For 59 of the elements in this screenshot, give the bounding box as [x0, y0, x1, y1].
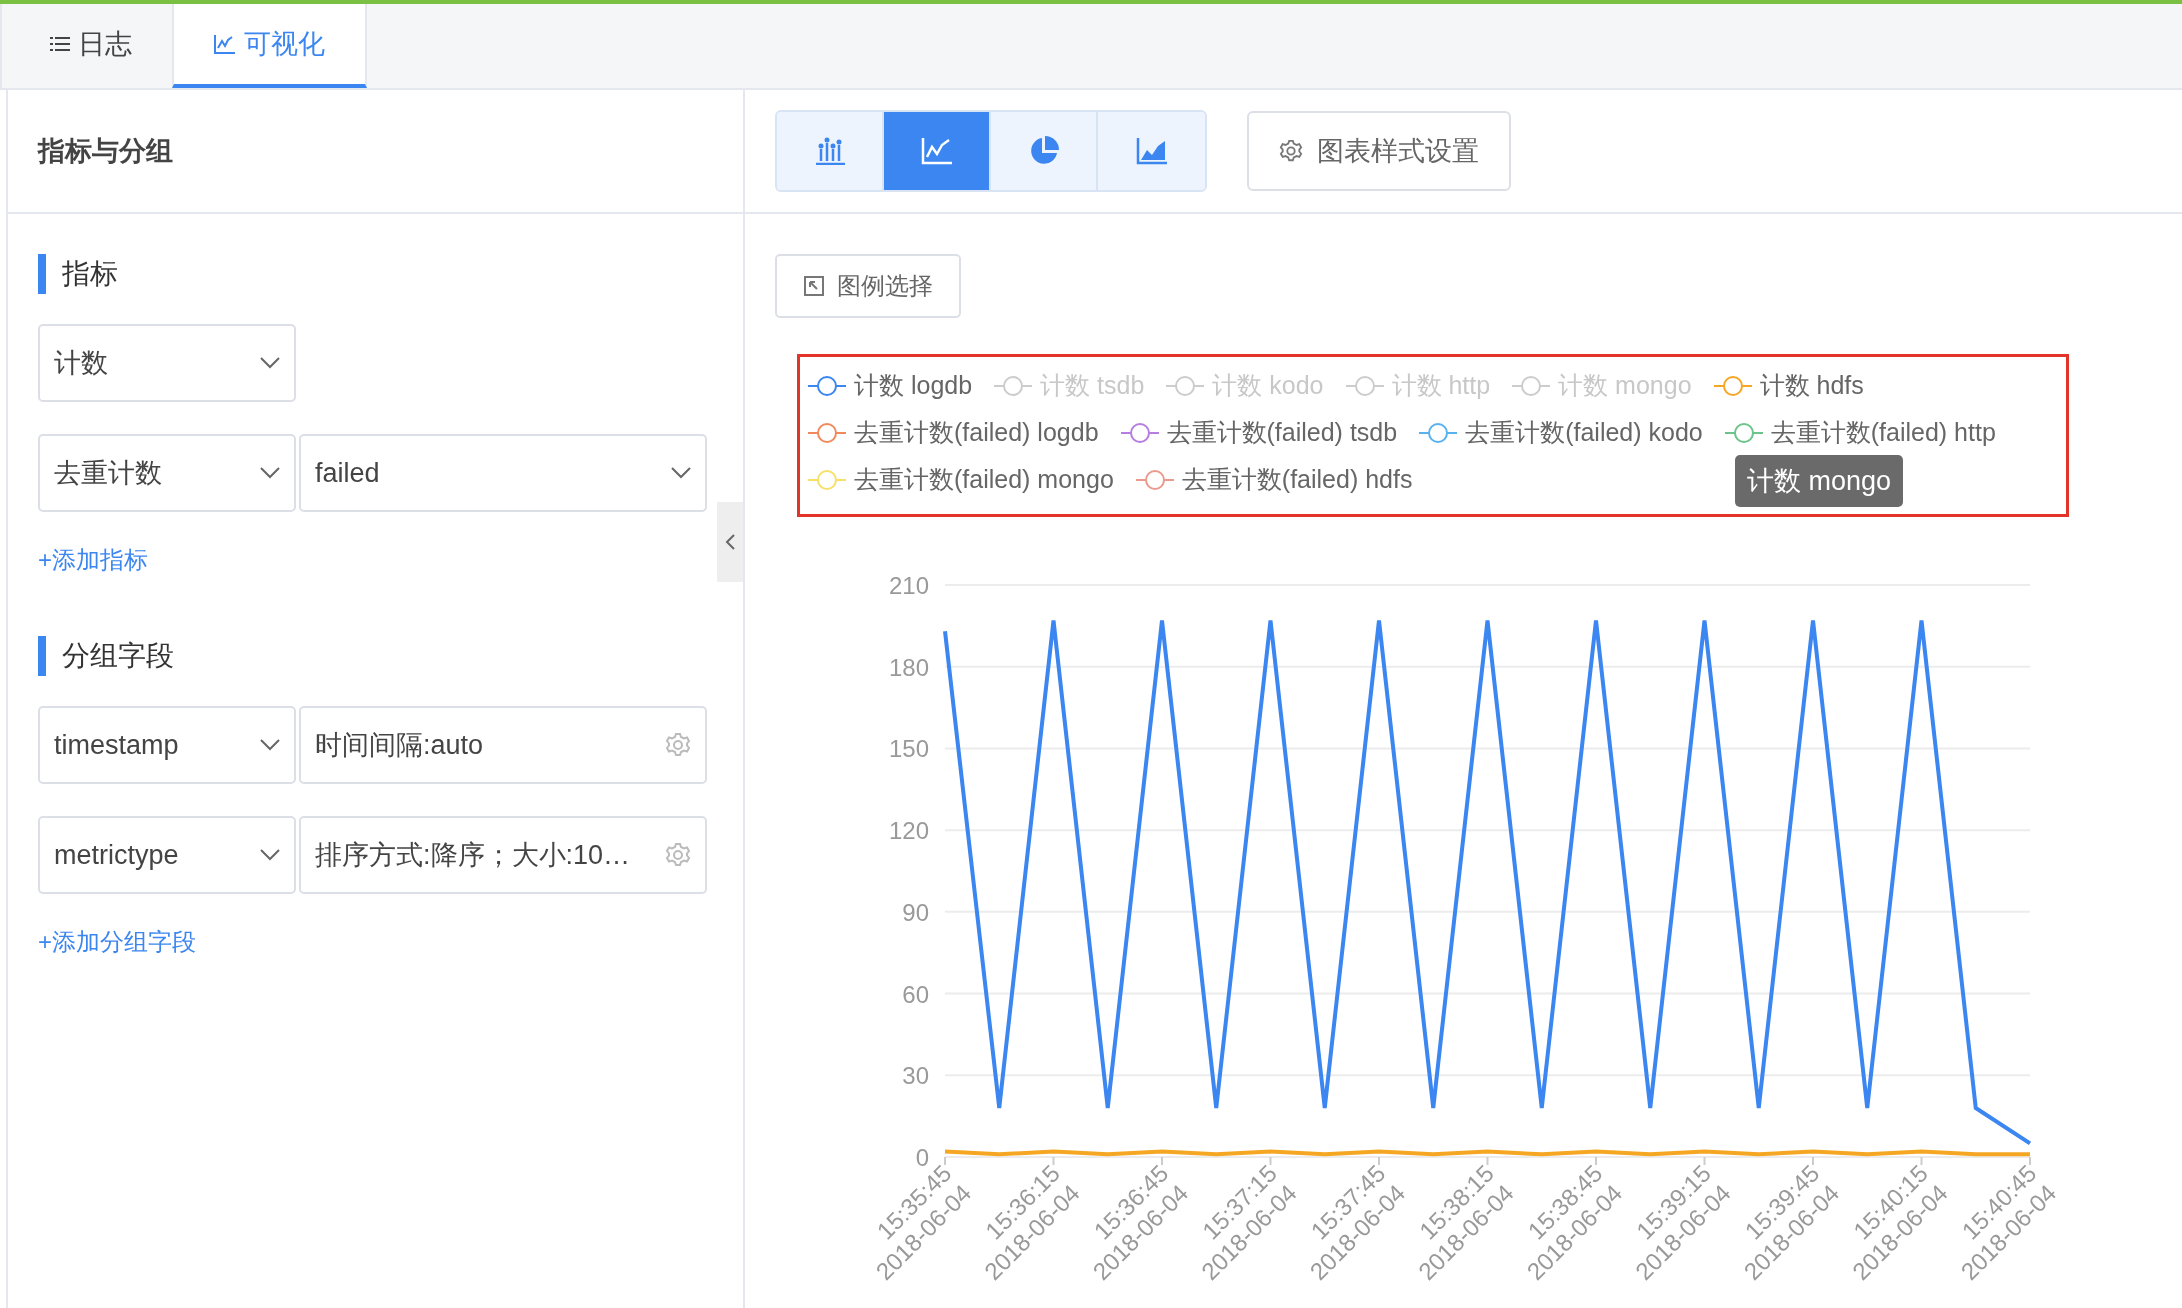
legend-item[interactable]: 去重计数(failed) mongo — [808, 463, 1114, 496]
legend-item[interactable]: 计数 hdfs — [1713, 369, 1864, 402]
section-marker — [38, 636, 46, 676]
settings-icon — [1279, 139, 1303, 163]
legend-item[interactable]: 去重计数(failed) tsdb — [1120, 416, 1398, 449]
y-tick-label: 90 — [902, 898, 929, 926]
section-title: 分组字段 — [62, 639, 174, 673]
chevron-left-icon — [725, 534, 735, 550]
legend-item[interactable]: 去重计数(failed) kodo — [1419, 416, 1703, 449]
chevron-down-icon — [671, 467, 691, 479]
legend-select-button[interactable]: 图例选择 — [775, 254, 961, 318]
legend-item[interactable]: 计数 logdb — [808, 369, 973, 402]
legend-line-icon — [1512, 374, 1551, 397]
pie-chart-button[interactable] — [991, 112, 1098, 190]
bar-chart-icon — [813, 137, 846, 165]
section-marker — [38, 254, 46, 294]
area-chart-icon — [1135, 137, 1168, 165]
legend-line-icon — [1345, 374, 1384, 397]
list-icon — [50, 36, 70, 52]
tab[interactable]: 日志 — [10, 4, 172, 88]
line-chart-icon — [214, 34, 236, 54]
panel-title: 指标与分组 — [38, 135, 173, 168]
y-tick-label: 0 — [915, 1144, 929, 1171]
select-field[interactable]: metrictype — [38, 816, 296, 894]
bar-chart-button[interactable] — [777, 112, 884, 190]
line-chart-button[interactable] — [884, 112, 991, 190]
collapse-button[interactable] — [717, 502, 743, 582]
chevron-down-icon — [260, 467, 280, 479]
chevron-down-icon — [260, 357, 280, 369]
tooltip: 计数 mongo — [1735, 455, 1904, 507]
legend-item[interactable]: 去重计数(failed) http — [1724, 416, 1996, 449]
legend-line-icon — [994, 374, 1033, 397]
area-chart-button[interactable] — [1098, 112, 1205, 190]
legend-item[interactable]: 去重计数(failed) hdfs — [1135, 463, 1413, 496]
select-field[interactable]: 去重计数 — [38, 434, 296, 512]
add-link[interactable]: +添加指标 — [38, 544, 713, 576]
line-chart-icon — [920, 137, 953, 165]
settings-field[interactable]: 时间间隔:auto — [299, 706, 707, 784]
settings-field[interactable]: 排序方式:降序；大小:10… — [299, 816, 707, 894]
select-field[interactable]: timestamp — [38, 706, 296, 784]
y-tick-label: 30 — [902, 1062, 929, 1090]
legend-item[interactable]: 去重计数(failed) logdb — [808, 416, 1099, 449]
y-tick-label: 180 — [888, 653, 929, 681]
chevron-down-icon — [260, 739, 280, 751]
select-field[interactable]: failed — [299, 434, 707, 512]
select-field[interactable]: 计数 — [38, 324, 296, 402]
tab[interactable]: 可视化 — [172, 4, 367, 88]
settings-icon[interactable] — [665, 732, 691, 758]
add-link[interactable]: +添加分组字段 — [38, 926, 713, 958]
chevron-down-icon — [260, 849, 280, 861]
legend-line-icon — [1166, 374, 1205, 397]
y-tick-label: 150 — [888, 735, 929, 763]
section-title: 指标 — [62, 257, 118, 291]
settings-icon[interactable] — [665, 842, 691, 868]
select-icon — [803, 275, 825, 297]
chart-style-button[interactable]: 图表样式设置 — [1247, 111, 1511, 191]
y-tick-label: 60 — [902, 980, 929, 1008]
y-tick-label: 210 — [888, 572, 929, 599]
y-tick-label: 120 — [888, 817, 929, 845]
